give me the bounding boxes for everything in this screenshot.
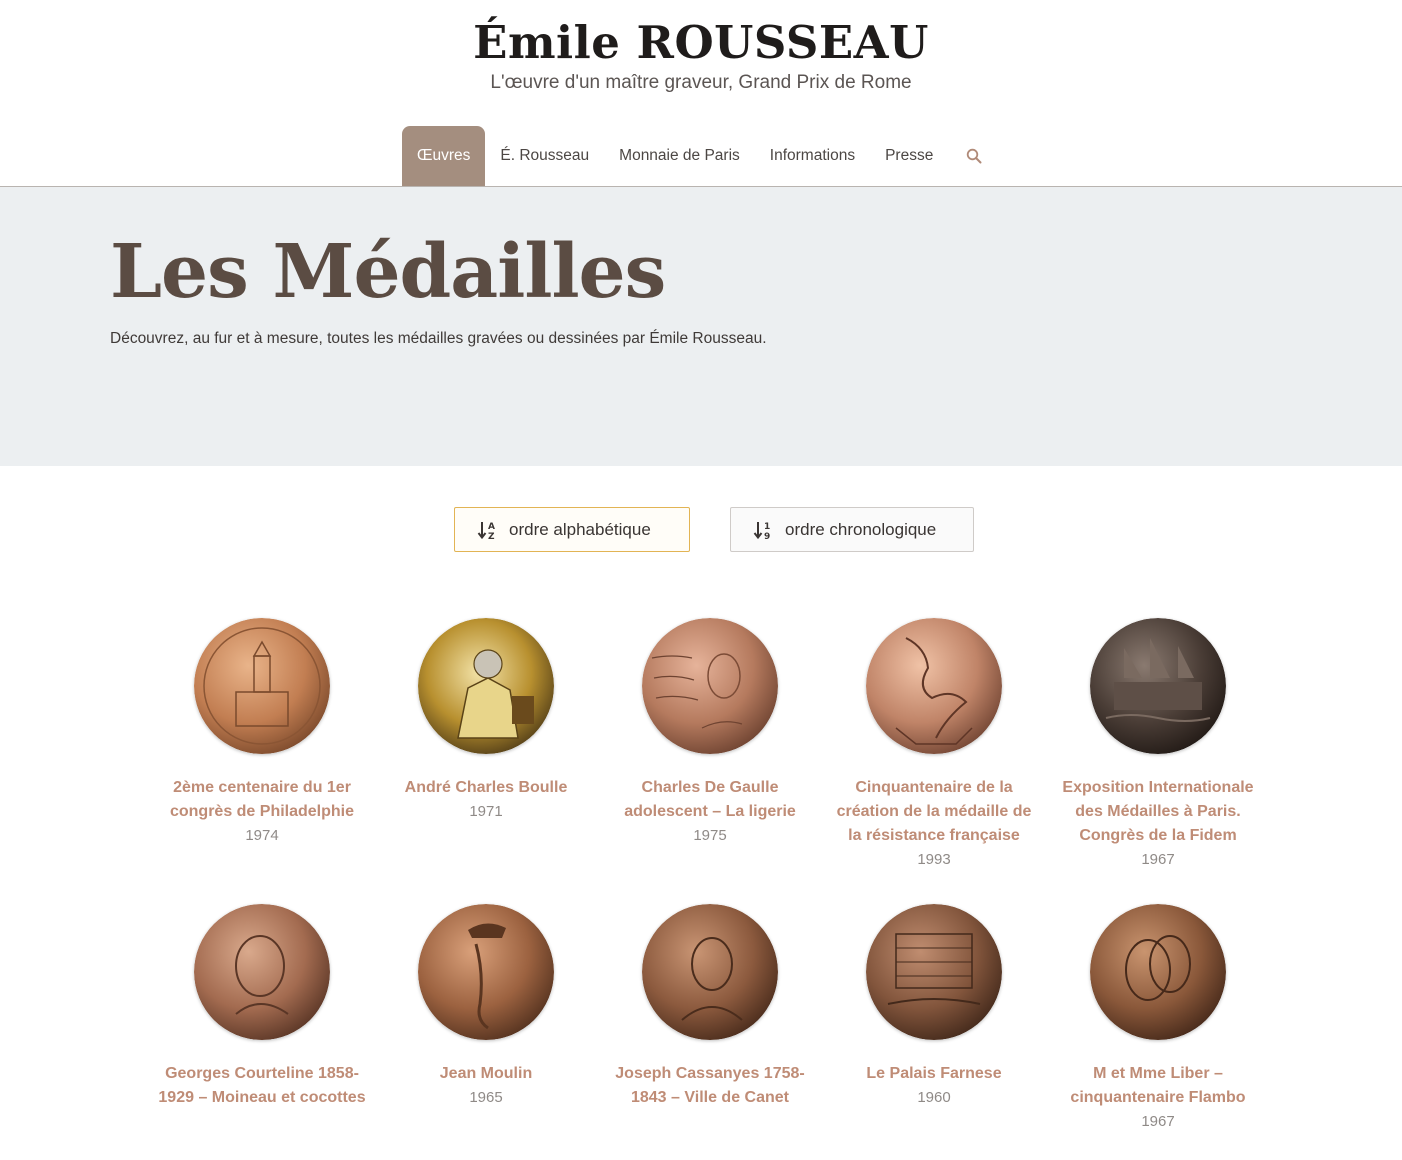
svg-text:9: 9: [764, 532, 770, 541]
search-icon: [967, 148, 982, 164]
medal-image[interactable]: [194, 904, 330, 1040]
svg-text:1: 1: [764, 522, 770, 532]
medal-image[interactable]: [418, 618, 554, 754]
medal-title[interactable]: Charles De Gaulle adolescent – La ligeri…: [598, 776, 822, 824]
medal-card[interactable]: Charles De Gaulle adolescent – La ligeri…: [598, 618, 822, 848]
sort-alpha-icon: A Z: [477, 521, 495, 541]
nav-item-oeuvres[interactable]: Œuvres: [402, 126, 486, 186]
nav-item-monnaie-de-paris[interactable]: Monnaie de Paris: [604, 126, 755, 186]
page-description: Découvrez, au fur et à mesure, toutes le…: [110, 330, 767, 347]
medal-image[interactable]: [418, 904, 554, 1040]
site-header: Émile ROUSSEAU L'œuvre d'un maître grave…: [0, 0, 1402, 187]
medal-year: 1960: [917, 1089, 951, 1106]
nav-item-informations[interactable]: Informations: [755, 126, 870, 186]
medal-card[interactable]: Le Palais Farnese 1960: [822, 904, 1046, 1110]
nav-item-rousseau[interactable]: É. Rousseau: [485, 126, 604, 186]
site-title[interactable]: Émile ROUSSEAU: [0, 16, 1402, 69]
sort-numeric-icon: 1 9: [753, 521, 770, 541]
medal-image[interactable]: [194, 618, 330, 754]
medal-card[interactable]: André Charles Boulle 1971: [374, 618, 598, 824]
page-title: Les Médailles: [110, 229, 666, 315]
medal-image[interactable]: [866, 618, 1002, 754]
medal-card[interactable]: 2ème centenaire du 1er congrès de Philad…: [150, 618, 374, 848]
medal-year: 1967: [1141, 1113, 1175, 1130]
medal-title[interactable]: Cinquantenaire de la création de la méda…: [822, 776, 1046, 848]
medal-title[interactable]: Exposition Internationale des Médailles …: [1046, 776, 1270, 848]
medal-image[interactable]: [642, 904, 778, 1040]
site-tagline: L'œuvre d'un maître graveur, Grand Prix …: [490, 72, 912, 93]
medal-title[interactable]: M et Mme Liber – cinquantenaire Flambo: [1046, 1062, 1270, 1110]
medal-title[interactable]: André Charles Boulle: [374, 776, 598, 800]
medal-image[interactable]: [642, 618, 778, 754]
nav-item-presse[interactable]: Presse: [870, 126, 948, 186]
medal-image[interactable]: [1090, 904, 1226, 1040]
medal-year: 1993: [917, 851, 951, 868]
sort-alphabetical-button[interactable]: A Z ordre alphabétique: [454, 507, 690, 552]
medal-year: 1974: [245, 827, 279, 844]
medal-card[interactable]: Joseph Cassanyes 1758-1843 – Ville de Ca…: [598, 904, 822, 1110]
sort-chronological-label: ordre chronologique: [785, 519, 937, 539]
main-nav: Œuvres É. Rousseau Monnaie de Paris Info…: [402, 126, 996, 186]
medal-card[interactable]: Jean Moulin 1965: [374, 904, 598, 1110]
medal-title[interactable]: 2ème centenaire du 1er congrès de Philad…: [150, 776, 374, 824]
medal-title[interactable]: Joseph Cassanyes 1758-1843 – Ville de Ca…: [598, 1062, 822, 1110]
medal-year: 1971: [469, 803, 503, 820]
medal-card[interactable]: Exposition Internationale des Médailles …: [1046, 618, 1270, 872]
medal-card[interactable]: M et Mme Liber – cinquantenaire Flambo 1…: [1046, 904, 1270, 1134]
svg-text:A: A: [488, 522, 495, 532]
medal-image[interactable]: [866, 904, 1002, 1040]
medal-year: 1965: [469, 1089, 503, 1106]
hero-banner: Les Médailles Découvrez, au fur et à mes…: [0, 187, 1402, 466]
medal-card[interactable]: Cinquantenaire de la création de la méda…: [822, 618, 1046, 872]
medal-card[interactable]: Georges Courteline 1858-1929 – Moineau e…: [150, 904, 374, 1110]
search-button[interactable]: [948, 126, 996, 186]
medal-title[interactable]: Jean Moulin: [374, 1062, 598, 1086]
medal-title[interactable]: Georges Courteline 1858-1929 – Moineau e…: [150, 1062, 374, 1110]
medal-year: 1967: [1141, 851, 1175, 868]
sort-alphabetical-label: ordre alphabétique: [509, 519, 651, 539]
medal-title[interactable]: Le Palais Farnese: [822, 1062, 1046, 1086]
medal-year: 1975: [693, 827, 727, 844]
svg-text:Z: Z: [488, 532, 495, 541]
medal-image[interactable]: [1090, 618, 1226, 754]
sort-chronological-button[interactable]: 1 9 ordre chronologique: [730, 507, 974, 552]
